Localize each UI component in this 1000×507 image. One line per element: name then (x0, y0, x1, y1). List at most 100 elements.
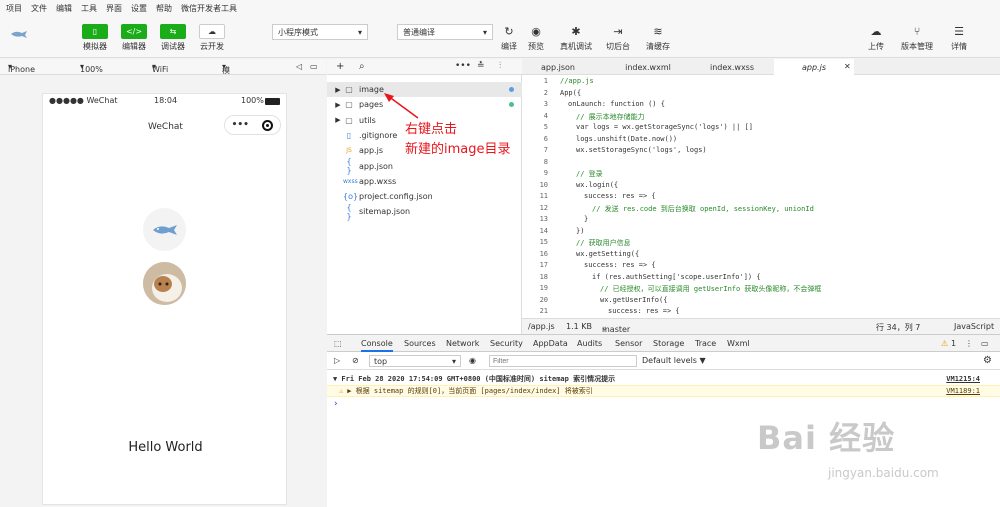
devtools-tab[interactable]: Network (446, 339, 479, 348)
log-levels-select[interactable]: Default levels ▼ (642, 356, 706, 365)
console-warning-line[interactable]: ⚠ ▶ 根据 sitemap 的规则[0]，当前页面 [pages/index/… (327, 385, 1000, 397)
menu-item[interactable]: 文件 (31, 3, 47, 14)
debugger-button[interactable]: ⇆ 调试器 (157, 24, 189, 52)
toolbar: ▯ 模拟器 </> 编辑器 ⇆ 调试器 ☁ 云开发 小程序模式 ▾ 普通编译 ▾ ↻ 编译 ◉… (0, 16, 1000, 58)
close-circle-icon[interactable] (262, 119, 274, 131)
file-icon: { } (346, 157, 352, 175)
cloud-dev-button[interactable]: ☁ 云开发 (196, 24, 228, 52)
sort-icon[interactable]: ≛ (477, 61, 485, 71)
more-icon[interactable]: ••• (455, 61, 471, 71)
folder-icon: ▢ (345, 100, 353, 110)
volume-icon[interactable]: ◁ (296, 62, 302, 71)
gear-icon[interactable]: ⚙ (983, 355, 992, 366)
devtools-tab[interactable]: Security (490, 339, 523, 348)
detail-button[interactable]: ☰ 详情 (943, 24, 975, 52)
more-icon[interactable]: ••• (232, 120, 249, 130)
annotation-text: 右键点击 新建的image目录 (405, 122, 511, 157)
devtools-tabs: ⬚ ⚠ 1 ⋮ ▭ Console Sources Network Security A… (327, 335, 1000, 352)
code-line: App({ (560, 88, 582, 97)
menu-item[interactable]: 编辑 (56, 3, 72, 14)
watermark: Bai 经验 (757, 419, 896, 457)
devtools-tab[interactable]: Audits (577, 339, 602, 348)
file-item[interactable]: {o} project.config.json (327, 189, 522, 204)
editor-tab[interactable]: index.wxml (608, 59, 688, 75)
background-button[interactable]: ⇥ 切后台 (602, 24, 634, 52)
file-path: /app.js (528, 322, 555, 331)
filter-input[interactable] (489, 355, 637, 367)
preview-button[interactable]: ◉ 预览 (520, 24, 552, 52)
language-mode[interactable]: JavaScript (954, 322, 994, 331)
code-line: // 获取用户信息 (576, 239, 631, 247)
menu-item[interactable]: 工具 (81, 3, 97, 14)
chevron-right-icon: ▶ (335, 116, 341, 125)
devtools-tab[interactable]: Sensor (615, 339, 642, 348)
upload-button[interactable]: ☁ 上传 (860, 24, 892, 52)
operation-select[interactable]: 模拟操作 ▾ (222, 62, 230, 108)
file-item[interactable]: wxss app.wxss (327, 174, 522, 189)
code-line: } (584, 215, 589, 223)
editor-tab[interactable]: index.wxss (692, 59, 772, 75)
clear-console-icon[interactable]: ⊘ (352, 356, 359, 365)
project-icon[interactable] (10, 28, 28, 40)
console-prompt[interactable]: › (327, 398, 1000, 410)
menu-item[interactable]: 帮助 (156, 3, 172, 14)
warning-icon[interactable]: ⚠ (941, 339, 948, 348)
line-number: 3 (543, 100, 548, 108)
close-icon[interactable]: ✕ (844, 62, 851, 71)
menu-item[interactable]: 界面 (106, 3, 122, 14)
menu-item[interactable]: 微信开发者工具 (181, 3, 237, 14)
clear-cache-button[interactable]: ≋ 清缓存 (642, 24, 674, 52)
screen-icon[interactable]: ▭ (310, 62, 318, 71)
devtools-tab[interactable]: Trace (695, 339, 716, 348)
eye-icon[interactable]: ◉ (469, 356, 476, 365)
sidebar-toggle-icon[interactable]: ▷ (334, 356, 340, 365)
capsule-button[interactable]: ••• (224, 115, 281, 135)
add-icon[interactable]: + (336, 61, 344, 72)
editor-button[interactable]: </> 编辑器 (118, 24, 150, 52)
line-number: 7 (543, 146, 548, 154)
branch-icon: ⑂ (913, 25, 921, 38)
console-group-line[interactable]: ▼ Fri Feb 28 2020 17:54:09 GMT+0800 (中国标… (327, 373, 1000, 385)
menu-item[interactable]: 项目 (6, 3, 22, 14)
devtools-tab[interactable]: Storage (653, 339, 684, 348)
devtools-tab[interactable]: AppData (533, 339, 568, 348)
search-icon[interactable]: ⌕ (359, 61, 365, 72)
device-debug-button[interactable]: ✱ 真机调试 (560, 24, 592, 52)
devtools-tab[interactable]: Wxml (727, 339, 750, 348)
zoom-select[interactable]: 100% ▾ (80, 62, 103, 74)
folder-icon: ▢ (345, 85, 353, 94)
devtools-tab[interactable]: Sources (404, 339, 436, 348)
compile-select[interactable]: 普通编译 ▾ (397, 24, 493, 40)
file-item[interactable]: ▶ ▢ image (327, 82, 522, 97)
line-number: 4 (543, 111, 548, 120)
version-button[interactable]: ⑂ 版本管理 (901, 24, 933, 52)
code-line: success: res => { (584, 261, 656, 269)
file-item[interactable]: ▶ ▢ pages (327, 97, 522, 112)
file-name: .gitignore (359, 130, 398, 140)
code-editor[interactable]: 1 //app.js 2 App({3 onLaunch: function () {4… (522, 75, 1000, 318)
devtools-tab[interactable]: Console (361, 339, 393, 352)
context-select[interactable]: top ▾ (369, 355, 461, 367)
file-item[interactable]: { } app.json (327, 157, 522, 175)
devtools-panel: ⬚ ⚠ 1 ⋮ ▭ Console Sources Network Security A… (327, 334, 1000, 507)
file-name: app.wxss (359, 176, 397, 186)
dock-icon[interactable]: ▭ (981, 339, 989, 348)
device-select[interactable]: iPhone 6/... ▾ (8, 62, 35, 83)
collapse-icon[interactable]: ⫶ (499, 61, 501, 71)
simulator-button[interactable]: ▯ 模拟器 (79, 24, 111, 52)
editor-tab[interactable]: app.js (774, 59, 854, 75)
file-item[interactable]: { } sitemap.json (327, 203, 522, 221)
editor-tabs: app.json index.wxml index.wxss app.js ✕ (522, 59, 1000, 75)
menu-item[interactable]: 设置 (131, 3, 147, 14)
network-select[interactable]: WiFi ▾ (152, 62, 168, 74)
editor-tab[interactable]: app.json (528, 59, 588, 75)
code-line: wx.getSetting({ (576, 249, 640, 258)
more-vert-icon[interactable]: ⋮ (965, 339, 973, 348)
status-dot (509, 87, 514, 92)
line-number: 16 (539, 249, 548, 258)
code-line: // 发送 res.code 到后台换取 openId, sessionKey,… (592, 204, 814, 213)
code-line: if (res.authSetting['scope.userInfo']) { (592, 272, 761, 281)
mode-select[interactable]: 小程序模式 ▾ (272, 24, 368, 40)
inspect-icon[interactable]: ⬚ (334, 339, 342, 348)
chevron-down-icon: ▾ (357, 27, 362, 37)
